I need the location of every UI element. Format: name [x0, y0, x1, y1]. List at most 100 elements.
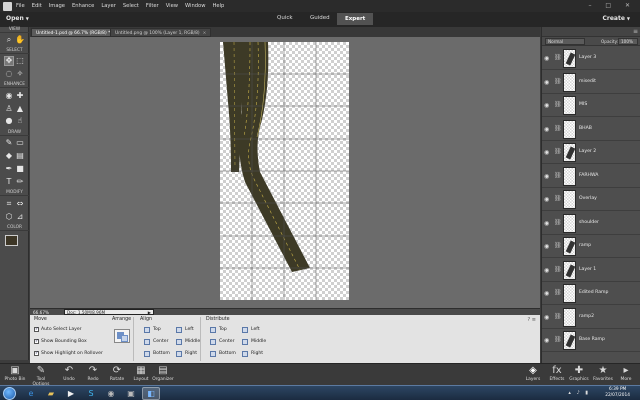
skype-icon[interactable]: S — [82, 387, 100, 400]
layer-row[interactable]: ◉ ⛓ ramp2 — [542, 306, 640, 329]
foreground-color-swatch[interactable] — [5, 235, 18, 246]
ie-icon[interactable]: e — [22, 387, 40, 400]
eraser-tool-icon[interactable]: ▭ — [15, 138, 25, 148]
eye-icon[interactable]: ◉ — [544, 79, 549, 86]
layer-row[interactable]: ◉ ⛓ Overlay — [542, 188, 640, 211]
photo-bin-button[interactable]: ▣ Photo Bin — [2, 365, 28, 382]
pencil-tool-icon[interactable]: ✏ — [15, 177, 25, 187]
align-right[interactable]: Right — [185, 351, 197, 356]
menu-help[interactable]: Help — [212, 3, 224, 9]
align-left[interactable]: Left — [185, 327, 194, 332]
eye-icon[interactable]: ◉ — [544, 126, 549, 133]
sponge-tool-icon[interactable]: ● — [4, 116, 14, 126]
paint-bucket-tool-icon[interactable]: ◆ — [4, 151, 14, 161]
show-bounding-box-checkbox[interactable]: ✓ Show Bounding Box — [34, 339, 87, 344]
menu-select[interactable]: Select — [123, 3, 139, 9]
panel-menu-icon[interactable]: ≡ — [532, 317, 536, 323]
window-controls[interactable]: – □ ✕ — [588, 2, 636, 9]
link-icon[interactable]: ⛓ — [554, 172, 562, 179]
blend-mode-select[interactable]: Normal — [545, 38, 585, 45]
align-middle[interactable]: Middle — [185, 339, 200, 344]
panel-menu-icon[interactable]: ≡ — [633, 28, 638, 35]
eye-icon[interactable]: ◉ — [544, 196, 549, 203]
media-player-icon[interactable]: ▶ — [62, 387, 80, 400]
auto-select-layer-checkbox[interactable]: ✓ Auto Select Layer — [34, 327, 82, 332]
photoshop-elements-taskbar-icon[interactable]: ◧ — [142, 387, 160, 400]
align-top-icon[interactable] — [144, 327, 150, 333]
opacity-input[interactable]: 100% — [618, 38, 638, 45]
layer-row[interactable]: ◉ ⛓ FARHWA — [542, 165, 640, 188]
layer-row[interactable]: ◉ ⛓ MIS — [542, 94, 640, 117]
distribute-middle[interactable]: Middle — [251, 339, 266, 344]
recompose-tool-icon[interactable]: ⇔ — [15, 199, 25, 209]
align-bottom[interactable]: Bottom — [153, 351, 170, 356]
blur-tool-icon[interactable]: ▲ — [15, 104, 25, 114]
brush-tool-icon[interactable]: ✎ — [4, 138, 14, 148]
layer-row[interactable]: ◉ ⛓ shoulder — [542, 212, 640, 235]
eye-icon[interactable]: ◉ — [544, 290, 549, 297]
link-icon[interactable]: ⛓ — [554, 54, 562, 61]
distribute-top[interactable]: Top — [219, 327, 227, 332]
app-icon[interactable]: ▣ — [122, 387, 140, 400]
organizer-button[interactable]: ▤ Organizer — [150, 365, 176, 382]
link-icon[interactable]: ⛓ — [554, 125, 562, 132]
options-panel-icons[interactable]: ? ≡ — [528, 317, 536, 323]
link-icon[interactable]: ⛓ — [554, 266, 562, 273]
link-icon[interactable]: ⛓ — [554, 78, 562, 85]
eye-icon[interactable]: ◉ — [544, 55, 549, 62]
checkbox-icon[interactable]: ✓ — [34, 351, 39, 356]
link-icon[interactable]: ⛓ — [554, 336, 562, 343]
layers-button[interactable]: ◈ Layers — [520, 365, 546, 382]
distribute-center-icon[interactable] — [210, 339, 216, 345]
lasso-tool-icon[interactable]: ◌ — [4, 69, 14, 79]
tab-untitled-1[interactable]: Untitled-1.psd @ 66.7% (RGB/8) *× — [31, 28, 122, 37]
align-center-icon[interactable] — [144, 339, 150, 345]
link-icon[interactable]: ⛓ — [554, 289, 562, 296]
magic-wand-tool-icon[interactable]: ✧ — [15, 69, 25, 79]
eye-icon[interactable]: ◉ — [544, 102, 549, 109]
steam-icon[interactable]: ◉ — [102, 387, 120, 400]
straighten-tool-icon[interactable]: ⊿ — [15, 212, 25, 222]
clone-stamp-tool-icon[interactable]: ♙ — [4, 104, 14, 114]
layer-row[interactable]: ◉ ⛓ Layer 2 — [542, 141, 640, 164]
layer-name[interactable]: Base Ramp — [579, 337, 605, 342]
layer-row[interactable]: ◉ ⛓ Layer 3 — [542, 47, 640, 70]
zoom-tool-icon[interactable]: ⌕ — [4, 35, 14, 45]
mode-guided[interactable]: Guided — [310, 15, 330, 21]
distribute-top-icon[interactable] — [210, 327, 216, 333]
layer-row[interactable]: ◉ ⛓ ramp — [542, 235, 640, 258]
layer-name[interactable]: Layer 1 — [579, 267, 596, 272]
layer-row[interactable]: ◉ ⛓ Edited Ramp — [542, 282, 640, 305]
menu-layer[interactable]: Layer — [101, 3, 115, 9]
mode-expert[interactable]: Expert — [337, 13, 374, 25]
eye-icon[interactable]: ◉ — [544, 337, 549, 344]
checkbox-icon[interactable]: ✓ — [34, 327, 39, 332]
shape-tool-icon[interactable]: ■ — [15, 164, 25, 174]
link-icon[interactable]: ⛓ — [554, 313, 562, 320]
layer-name[interactable]: ramp — [579, 243, 591, 248]
clock[interactable]: 6:39 PM 22/07/2014 — [605, 387, 630, 399]
create-button[interactable]: Create ▼ — [603, 15, 631, 22]
align-top[interactable]: Top — [153, 327, 161, 332]
redo-button[interactable]: ↷ Redo — [80, 365, 106, 382]
smudge-tool-icon[interactable]: ☝ — [15, 116, 25, 126]
align-right-icon[interactable] — [176, 351, 182, 357]
type-tool-icon[interactable]: T — [4, 177, 14, 187]
graphics-button[interactable]: ✚ Graphics — [566, 365, 592, 382]
layer-name[interactable]: ramp2 — [579, 314, 594, 319]
distribute-right-icon[interactable] — [242, 351, 248, 357]
menu-window[interactable]: Window — [185, 3, 205, 9]
system-tray-icons[interactable]: ▴ ♪ ▮ — [568, 390, 590, 396]
distribute-bottom[interactable]: Bottom — [219, 351, 236, 356]
eye-icon[interactable]: ◉ — [544, 173, 549, 180]
menu-view[interactable]: View — [166, 3, 178, 9]
layer-row[interactable]: ◉ ⛓ Layer 1 — [542, 259, 640, 282]
checkbox-icon[interactable]: ✓ — [34, 339, 39, 344]
marquee-tool-icon[interactable]: ⬚ — [15, 56, 25, 66]
eye-icon[interactable]: ◉ — [544, 314, 549, 321]
layer-name[interactable]: BHAB — [579, 126, 592, 131]
layer-name[interactable]: misedit — [579, 79, 596, 84]
distribute-left[interactable]: Left — [251, 327, 260, 332]
close-icon[interactable]: × — [203, 31, 207, 36]
distribute-center[interactable]: Center — [219, 339, 234, 344]
